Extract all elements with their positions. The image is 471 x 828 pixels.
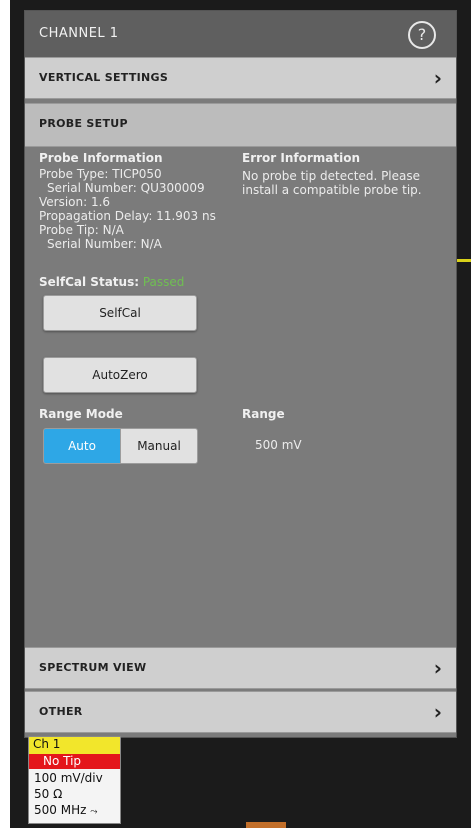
- vertical-settings-section[interactable]: VERTICAL SETTINGS ›: [25, 57, 456, 99]
- error-information-heading: Error Information: [242, 151, 361, 165]
- bandwidth-limit-icon: ⤳: [90, 807, 98, 817]
- chevron-right-icon: ›: [433, 656, 442, 680]
- selfcal-button[interactable]: SelfCal: [43, 295, 197, 331]
- chevron-right-icon: ›: [433, 700, 442, 724]
- record-position-indicator[interactable]: [246, 822, 286, 828]
- spectrum-view-label: SPECTRUM VIEW: [39, 661, 147, 674]
- probe-information-block: Probe Information Probe Type: TICP050 Se…: [39, 151, 239, 251]
- propagation-delay: Propagation Delay: 11.903 ns: [39, 209, 216, 223]
- bandwidth-row: 500 MHz ⤳: [34, 803, 97, 819]
- selfcal-status-label: SelfCal Status:: [39, 275, 140, 289]
- chevron-right-icon: ›: [433, 66, 442, 90]
- channel-1-badge[interactable]: Ch 1 No Tip 100 mV/div 50 Ω 500 MHz ⤳: [28, 736, 121, 824]
- range-value[interactable]: 500 mV: [255, 438, 302, 452]
- vertical-scale: 100 mV/div: [34, 771, 103, 785]
- range-label: Range: [242, 407, 285, 421]
- help-icon[interactable]: ?: [408, 21, 436, 49]
- error-information-block: Error Information No probe tip detected.…: [242, 151, 442, 197]
- other-label: OTHER: [39, 705, 83, 718]
- panel-title-bar: CHANNEL 1 ?: [25, 11, 456, 57]
- selfcal-status-value: Passed: [142, 275, 185, 289]
- range-mode-label: Range Mode: [39, 407, 123, 421]
- probe-tip: Probe Tip: N/A: [39, 223, 124, 237]
- selfcal-status-row: SelfCal Status: Passed: [39, 275, 184, 289]
- badge-pointer-icon: [69, 745, 87, 754]
- error-message: No probe tip detected. Please install a …: [242, 169, 422, 197]
- probe-information-heading: Probe Information: [39, 151, 163, 165]
- vertical-settings-label: VERTICAL SETTINGS: [39, 71, 169, 84]
- range-mode-auto-button[interactable]: Auto: [43, 428, 121, 464]
- probe-serial-number: Serial Number: QU300009: [47, 181, 205, 195]
- bandwidth-value: 500 MHz: [34, 803, 87, 817]
- probe-setup-section[interactable]: PROBE SETUP: [25, 103, 456, 147]
- probe-tip-serial-number: Serial Number: N/A: [47, 237, 162, 251]
- probe-version: Version: 1.6: [39, 195, 111, 209]
- probe-setup-label: PROBE SETUP: [39, 117, 128, 130]
- panel-title: CHANNEL 1: [39, 26, 119, 41]
- probe-type: Probe Type: TICP050: [39, 167, 162, 181]
- range-mode-manual-button[interactable]: Manual: [120, 428, 198, 464]
- input-impedance: 50 Ω: [34, 787, 63, 801]
- no-tip-warning: No Tip: [29, 754, 120, 769]
- autozero-button[interactable]: AutoZero: [43, 357, 197, 393]
- channel-settings-panel: CHANNEL 1 ? VERTICAL SETTINGS › PROBE SE…: [24, 10, 457, 738]
- other-section[interactable]: OTHER ›: [25, 691, 456, 733]
- spectrum-view-section[interactable]: SPECTRUM VIEW ›: [25, 647, 456, 689]
